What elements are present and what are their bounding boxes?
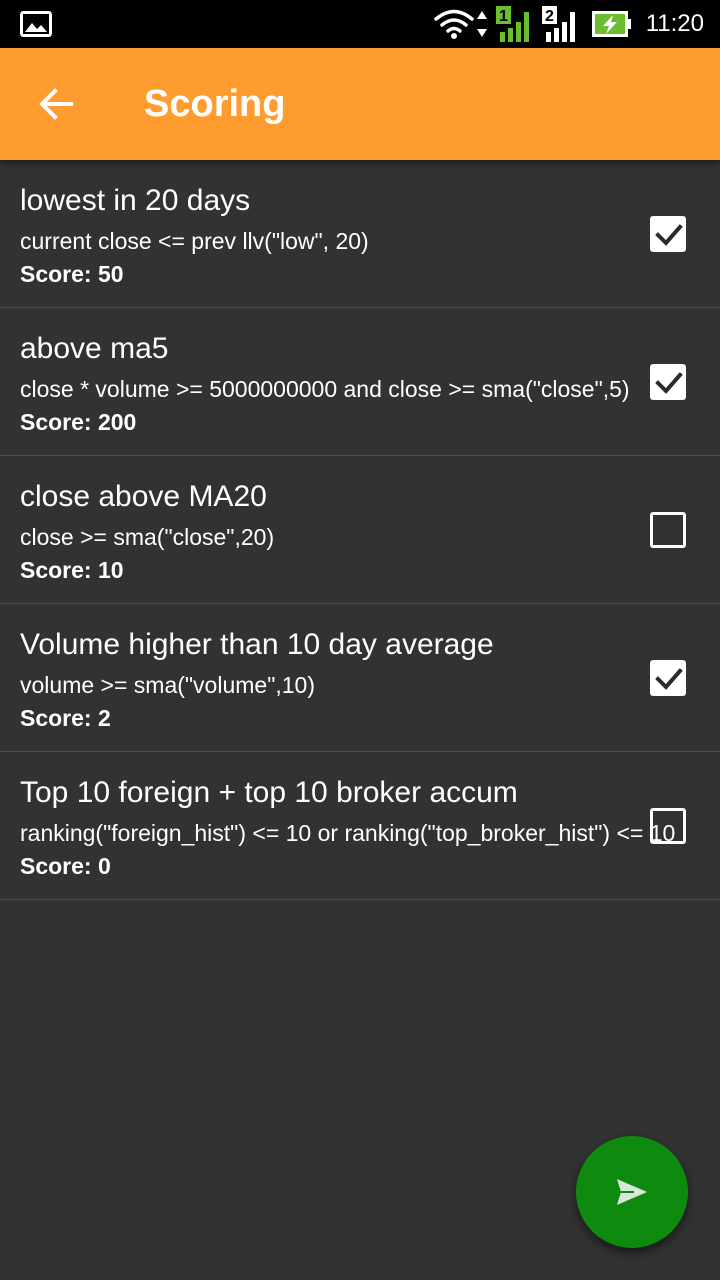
rule-checkbox[interactable] bbox=[650, 216, 686, 252]
rule-checkbox[interactable] bbox=[650, 808, 686, 844]
check-icon bbox=[655, 668, 683, 690]
status-icons: 1 2 11:20 bbox=[426, 0, 704, 48]
send-icon bbox=[617, 1179, 647, 1205]
app-bar: Scoring bbox=[0, 48, 720, 160]
data-arrows-icon bbox=[476, 11, 487, 37]
rule-title: above ma5 bbox=[20, 332, 169, 365]
status-time: 11:20 bbox=[645, 10, 704, 37]
rule-score: Score: 0 bbox=[20, 853, 111, 879]
rule-title: close above MA20 bbox=[20, 480, 267, 513]
rule-score: Score: 10 bbox=[20, 557, 124, 583]
wifi-icon bbox=[433, 9, 474, 39]
scoring-rule-row[interactable]: lowest in 20 days current close <= prev … bbox=[0, 160, 720, 308]
rule-expression: ranking("foreign_hist") <= 10 or ranking… bbox=[20, 820, 676, 846]
scoring-rule-list: lowest in 20 days current close <= prev … bbox=[0, 160, 720, 900]
signal-sim1-icon: 1 bbox=[495, 6, 529, 42]
check-icon bbox=[655, 224, 683, 246]
scoring-rule-row[interactable]: Top 10 foreign + top 10 broker accum ran… bbox=[0, 752, 720, 900]
rule-expression: volume >= sma("volume",10) bbox=[20, 672, 316, 698]
rule-score: Score: 2 bbox=[20, 705, 111, 731]
scoring-rule-row[interactable]: Volume higher than 10 day average volume… bbox=[0, 604, 720, 752]
scoring-rule-row[interactable]: above ma5 close * volume >= 5000000000 a… bbox=[0, 308, 720, 456]
svg-text:1: 1 bbox=[499, 8, 508, 25]
rule-checkbox[interactable] bbox=[650, 660, 686, 696]
rule-score: Score: 50 bbox=[20, 261, 124, 287]
scoring-rule-row[interactable]: close above MA20 close >= sma("close",20… bbox=[0, 456, 720, 604]
rule-score: Score: 200 bbox=[20, 409, 137, 435]
rule-expression: close * volume >= 5000000000 and close >… bbox=[20, 376, 630, 402]
image-icon bbox=[20, 11, 52, 37]
rule-title: Volume higher than 10 day average bbox=[20, 628, 494, 661]
rule-expression: current close <= prev llv("low", 20) bbox=[20, 228, 369, 254]
check-icon bbox=[655, 372, 683, 394]
rule-expression: close >= sma("close",20) bbox=[20, 524, 275, 550]
arrow-left-icon bbox=[39, 88, 73, 120]
send-button[interactable] bbox=[576, 1136, 688, 1248]
page-title: Scoring bbox=[144, 83, 286, 125]
rule-title: lowest in 20 days bbox=[20, 184, 251, 217]
rule-title: Top 10 foreign + top 10 broker accum bbox=[20, 776, 518, 809]
back-button[interactable] bbox=[26, 76, 86, 132]
signal-sim2-icon: 2 bbox=[541, 6, 575, 42]
svg-text:2: 2 bbox=[545, 8, 554, 25]
rule-checkbox[interactable] bbox=[650, 512, 686, 548]
rule-checkbox[interactable] bbox=[650, 364, 686, 400]
battery-charging-icon bbox=[591, 11, 631, 37]
status-bar: 1 2 11:20 bbox=[0, 0, 720, 48]
